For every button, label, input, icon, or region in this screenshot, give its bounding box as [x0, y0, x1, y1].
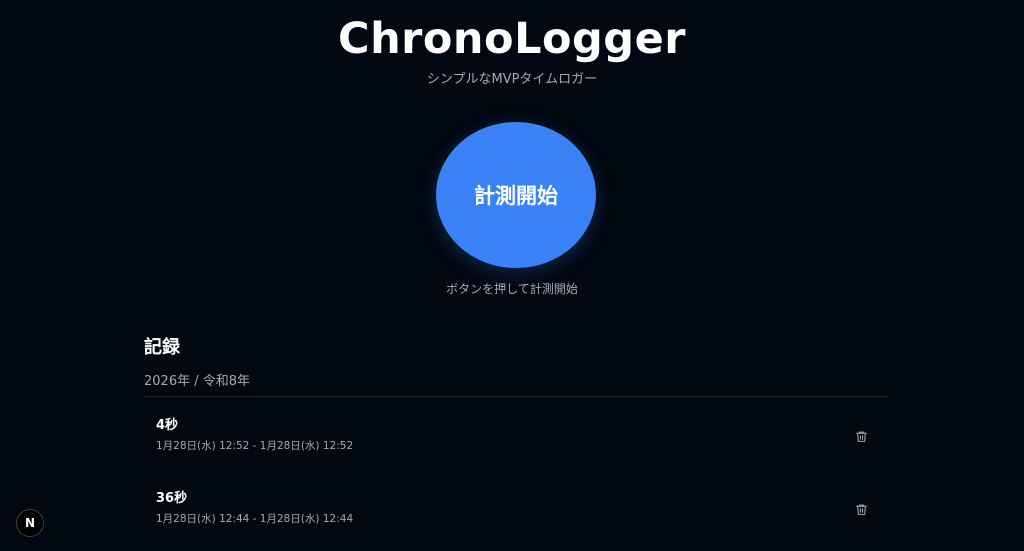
trash-icon [855, 431, 867, 442]
delete-record-button[interactable] [850, 425, 872, 447]
app-subtitle: シンプルなMVPタイムロガー [426, 72, 598, 87]
record-row: 4秒 1月28日(水) 12:52 - 1月28日(水) 12:52 [144, 405, 888, 477]
trash-icon [855, 504, 867, 515]
record-time-range: 1月28日(水) 12:44 - 1月28日(水) 12:44 [156, 513, 354, 525]
record-duration: 36秒 [156, 491, 188, 506]
record-row: 36秒 1月28日(水) 12:44 - 1月28日(水) 12:44 [144, 478, 888, 550]
delete-record-button[interactable] [850, 498, 872, 520]
record-list: 4秒 1月28日(水) 12:52 - 1月28日(水) 12:52 36秒 1… [144, 405, 888, 551]
record-time-range: 1月28日(水) 12:52 - 1月28日(水) 12:52 [156, 440, 354, 452]
app-title: ChronoLogger [338, 14, 686, 64]
records-heading: 記録 [144, 337, 180, 358]
start-hint: ボタンを押して計測開始 [446, 282, 578, 296]
year-header: 2026年 / 令和8年 [144, 374, 250, 389]
start-timer-button[interactable]: 計測開始 [436, 122, 596, 268]
record-duration: 4秒 [156, 418, 179, 433]
dev-indicator-button[interactable]: N [16, 509, 44, 537]
year-divider [144, 396, 888, 397]
